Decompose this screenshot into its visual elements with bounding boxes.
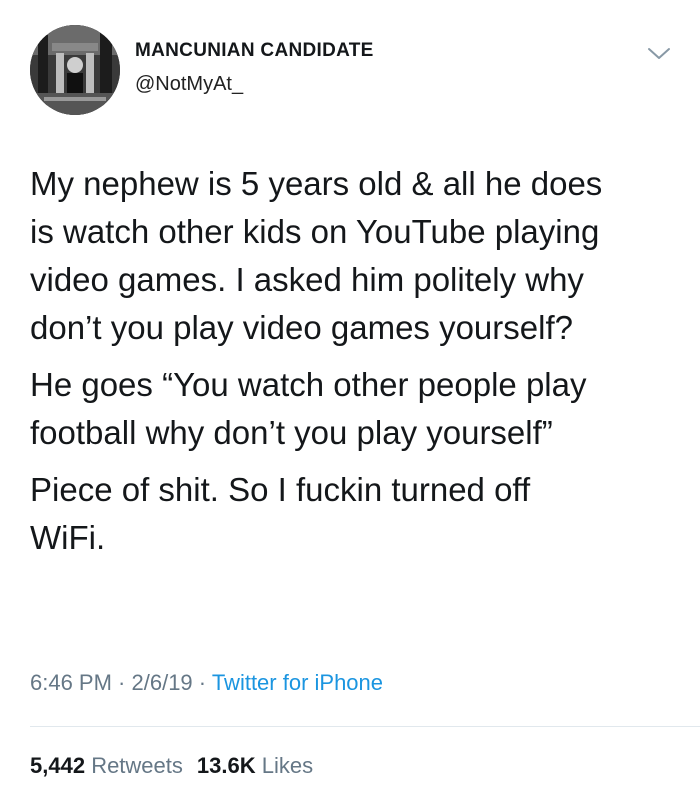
tweet-source-link[interactable]: Twitter for iPhone <box>212 670 383 695</box>
meta-separator: · <box>111 670 132 695</box>
tweet-meta: 6:46 PM · 2/6/19 · Twitter for iPhone <box>30 670 383 696</box>
retweets-count: 5,442 <box>30 753 86 778</box>
retweets-label: Retweets <box>91 753 183 778</box>
likes-label: Likes <box>261 753 314 778</box>
tweet-time[interactable]: 6:46 PM <box>30 670 112 695</box>
meta-separator: · <box>192 670 212 695</box>
tweet-paragraph: My nephew is 5 years old & all he does i… <box>30 165 603 346</box>
avatar-image <box>30 25 120 115</box>
likes-stat[interactable]: 13.6K Likes <box>197 753 313 778</box>
tweet-paragraph: Piece of shit. So I fuckin turned off Wi… <box>30 471 531 556</box>
tweet-stats: 5,442 Retweets 13.6K Likes <box>30 753 313 779</box>
tweet: MANCUNIAN CANDIDATE @NotMyAt_ My nephew … <box>0 0 700 811</box>
author-handle[interactable]: @NotMyAt_ <box>135 73 243 96</box>
tweet-text: My nephew is 5 years old & all he does i… <box>30 160 680 571</box>
tweet-paragraph: He goes “You watch other people play foo… <box>30 366 587 451</box>
avatar[interactable] <box>30 25 120 115</box>
tweet-date[interactable]: 2/6/19 <box>132 670 193 695</box>
chevron-down-icon[interactable] <box>646 44 672 64</box>
likes-count: 13.6K <box>196 753 256 778</box>
author-display-name[interactable]: MANCUNIAN CANDIDATE <box>135 40 374 62</box>
divider <box>30 726 700 727</box>
retweets-stat[interactable]: 5,442 Retweets <box>30 753 183 778</box>
